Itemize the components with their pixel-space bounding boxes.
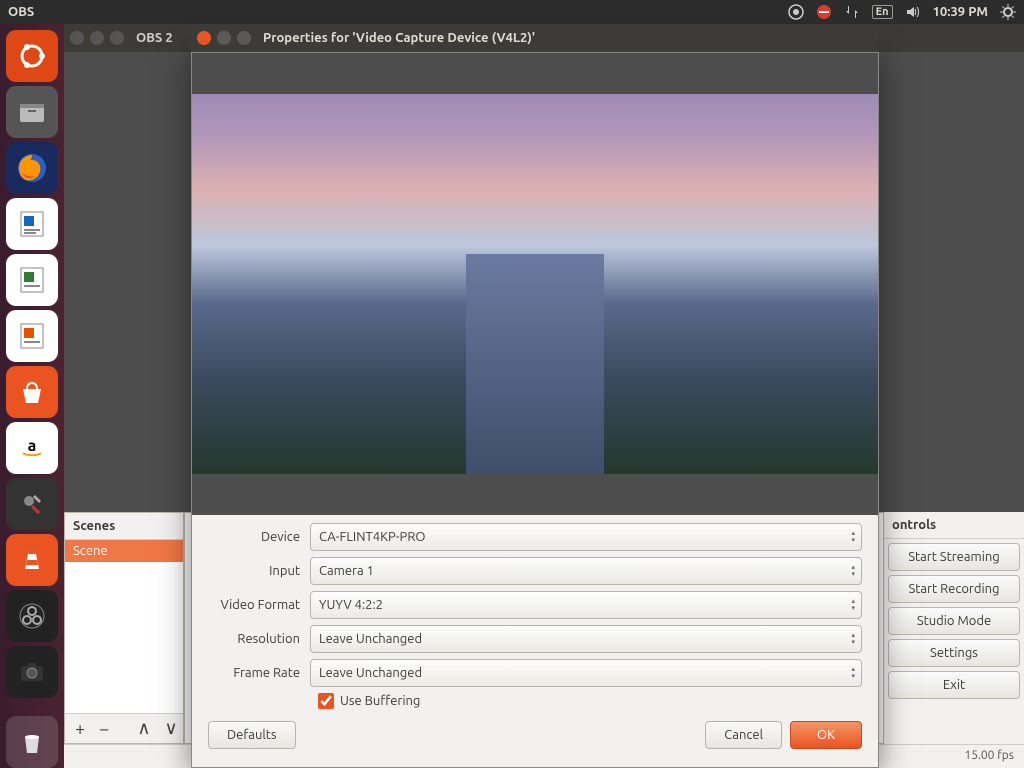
dash-icon[interactable] <box>6 30 58 82</box>
frame-rate-select[interactable]: Leave Unchanged <box>310 659 862 687</box>
resolution-select[interactable]: Leave Unchanged <box>310 625 862 653</box>
start-streaming-button[interactable]: Start Streaming <box>888 543 1020 571</box>
scenes-panel: Scenes Scene + − ∧ ∨ <box>64 512 184 744</box>
device-label: Device <box>208 530 300 544</box>
obs-icon[interactable] <box>6 590 58 642</box>
cancel-button[interactable]: Cancel <box>705 721 782 749</box>
svg-text:a: a <box>28 437 37 455</box>
exit-button[interactable]: Exit <box>888 671 1020 699</box>
scenes-list[interactable]: Scene <box>65 540 183 713</box>
controls-panel: ontrols Start Streaming Start Recording … <box>884 512 1024 744</box>
modal-close-icon[interactable] <box>197 31 211 45</box>
writer-icon[interactable] <box>6 198 58 250</box>
device-select[interactable]: CA-FLINT4KP-PRO <box>310 523 862 551</box>
obs-tray-icon[interactable] <box>788 4 804 20</box>
impress-icon[interactable] <box>6 310 58 362</box>
scenes-toolbar: + − ∧ ∨ <box>65 713 183 743</box>
trash-icon[interactable] <box>6 716 58 768</box>
window-maximize-icon[interactable] <box>110 31 124 45</box>
clock[interactable]: 10:39 PM <box>933 5 988 19</box>
defaults-button[interactable]: Defaults <box>208 721 296 749</box>
window-close-icon[interactable] <box>70 31 84 45</box>
app-title: OBS <box>8 5 788 19</box>
system-settings-icon[interactable] <box>6 478 58 530</box>
menu-bar: OBS En 10:39 PM <box>0 0 1024 24</box>
move-down-icon[interactable]: ∨ <box>159 718 184 739</box>
vlc-icon[interactable] <box>6 534 58 586</box>
input-select[interactable]: Camera 1 <box>310 557 862 585</box>
scene-item[interactable]: Scene <box>65 540 183 562</box>
modal-title: Properties for 'Video Capture Device (V4… <box>263 31 535 45</box>
studio-mode-button[interactable]: Studio Mode <box>888 607 1020 635</box>
move-up-icon[interactable]: ∧ <box>131 718 156 739</box>
use-buffering-checkbox[interactable] <box>318 693 334 709</box>
system-tray: En 10:39 PM <box>788 4 1016 20</box>
frame-rate-label: Frame Rate <box>208 666 300 680</box>
window-minimize-icon[interactable] <box>90 31 104 45</box>
modal-maximize-icon[interactable] <box>237 31 251 45</box>
properties-modal-titlebar: Properties for 'Video Capture Device (V4… <box>191 24 879 52</box>
video-format-select[interactable]: YUYV 4:2:2 <box>310 591 862 619</box>
firefox-icon[interactable] <box>6 142 58 194</box>
preview-image <box>192 94 878 474</box>
start-recording-button[interactable]: Start Recording <box>888 575 1020 603</box>
status-fps: 15.00 fps <box>964 749 1014 762</box>
no-entry-icon[interactable] <box>816 4 832 20</box>
modal-footer: Defaults Cancel OK <box>192 709 878 757</box>
scenes-header: Scenes <box>65 513 183 540</box>
controls-header: ontrols <box>884 512 1024 539</box>
gear-icon[interactable] <box>1000 4 1016 20</box>
keyboard-lang-indicator[interactable]: En <box>872 5 893 19</box>
ok-button[interactable]: OK <box>790 721 862 749</box>
properties-form: Device CA-FLINT4KP-PRO Input Camera 1 Vi… <box>192 515 878 709</box>
files-icon[interactable] <box>6 86 58 138</box>
network-icon[interactable] <box>844 4 860 20</box>
remove-scene-icon[interactable]: − <box>93 719 115 739</box>
calc-icon[interactable] <box>6 254 58 306</box>
unity-launcher: a <box>0 24 64 768</box>
add-scene-icon[interactable]: + <box>69 719 91 739</box>
software-icon[interactable] <box>6 366 58 418</box>
video-format-label: Video Format <box>208 598 300 612</box>
obs-window-title: OBS 2 <box>136 31 173 45</box>
properties-modal: Device CA-FLINT4KP-PRO Input Camera 1 Vi… <box>191 52 879 768</box>
input-label: Input <box>208 564 300 578</box>
video-preview <box>192 53 878 515</box>
resolution-label: Resolution <box>208 632 300 646</box>
modal-minimize-icon[interactable] <box>217 31 231 45</box>
volume-icon[interactable] <box>905 4 921 20</box>
amazon-icon[interactable]: a <box>6 422 58 474</box>
camera-app-icon[interactable] <box>6 646 58 698</box>
use-buffering-label: Use Buffering <box>340 694 420 708</box>
settings-button[interactable]: Settings <box>888 639 1020 667</box>
